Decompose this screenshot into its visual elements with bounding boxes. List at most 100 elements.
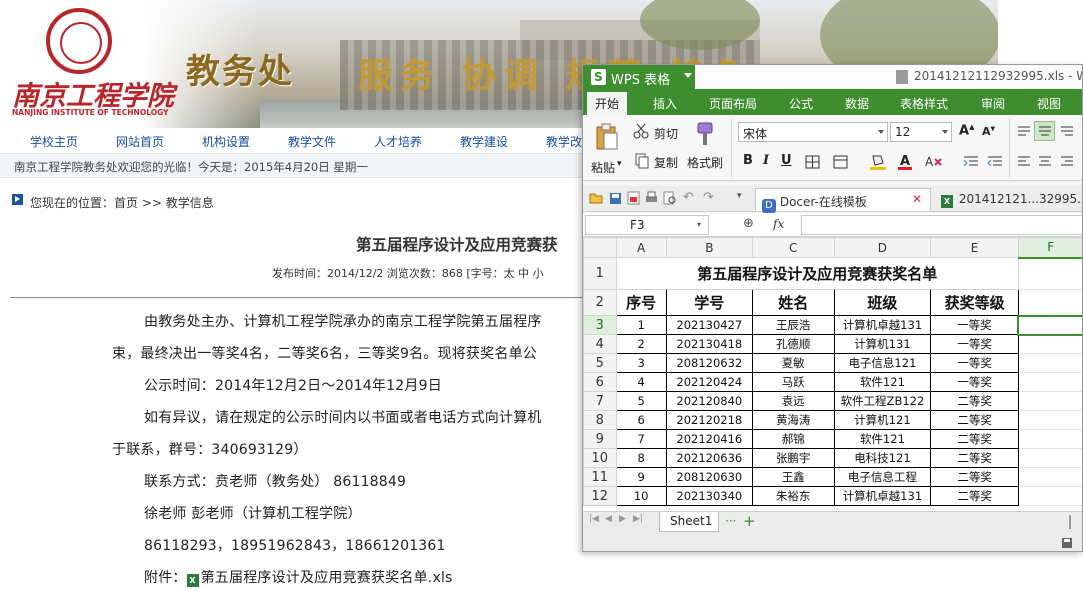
merge-cells-icon[interactable] (833, 155, 849, 169)
table-cell[interactable]: 208120632 (665, 353, 753, 373)
table-cell[interactable]: 计算机131 (833, 334, 932, 354)
row-header[interactable]: 4 (583, 334, 617, 354)
table-cell[interactable]: 王辰浩 (751, 315, 835, 335)
column-header[interactable]: D (833, 237, 932, 258)
tab-data[interactable]: 数据 (845, 95, 869, 112)
table-cell[interactable] (1017, 486, 1082, 506)
table-cell[interactable]: 202130340 (665, 486, 753, 506)
table-cell[interactable]: 9 (615, 467, 667, 487)
paste-icon[interactable] (595, 123, 619, 151)
tab-workbook[interactable]: X 201412121...32995.xl (935, 188, 1082, 211)
table-cell[interactable]: 5 (615, 391, 667, 411)
table-cell[interactable]: 202120424 (665, 372, 753, 392)
table-cell[interactable] (1017, 334, 1082, 354)
table-cell[interactable] (1017, 391, 1082, 411)
table-cell[interactable]: 202130418 (665, 334, 753, 354)
nav-talent[interactable]: 人才培养 (374, 133, 422, 150)
active-cell[interactable] (1017, 314, 1082, 336)
row-header[interactable]: 10 (583, 448, 617, 468)
save-icon[interactable] (609, 192, 622, 205)
table-cell[interactable]: 电子信息121 (833, 353, 932, 373)
fx-icon[interactable]: fx (773, 217, 784, 231)
table-cell[interactable] (1017, 289, 1082, 316)
sheet-tab-sheet1[interactable]: Sheet1 (659, 512, 719, 532)
table-cell[interactable]: 202120840 (665, 391, 753, 411)
italic-icon[interactable]: I (763, 153, 769, 168)
tab-formulas[interactable]: 公式 (789, 95, 813, 112)
table-cell[interactable]: 袁远 (751, 391, 835, 411)
table-cell[interactable]: 黄海涛 (751, 410, 835, 430)
chevron-down-icon[interactable]: ▾ (737, 191, 742, 201)
table-cell[interactable] (1017, 353, 1082, 373)
table-cell[interactable]: 一等奖 (930, 334, 1019, 354)
row-header[interactable]: 3 (583, 315, 617, 335)
table-cell[interactable]: 王鑫 (751, 467, 835, 487)
table-cell[interactable]: 202120218 (665, 410, 753, 430)
table-cell[interactable]: 二等奖 (930, 410, 1019, 430)
align-top-icon[interactable] (1017, 125, 1031, 137)
table-cell[interactable]: 张鹏宇 (751, 448, 835, 468)
align-middle-icon[interactable] (1038, 125, 1052, 137)
table-cell[interactable] (1017, 448, 1082, 468)
last-sheet-icon[interactable]: ▶| (633, 514, 643, 524)
row-header[interactable]: 9 (583, 429, 617, 449)
nav-organization[interactable]: 机构设置 (202, 133, 250, 150)
row-header[interactable]: 6 (583, 372, 617, 392)
font-size-select[interactable]: 12 (890, 122, 952, 142)
nav-school-home[interactable]: 学校主页 (30, 133, 78, 150)
row-header[interactable]: 5 (583, 353, 617, 373)
format-painter-icon[interactable] (695, 121, 715, 147)
table-cell[interactable] (1017, 429, 1082, 449)
clear-format-icon[interactable]: A (925, 155, 943, 169)
name-box[interactable]: F3 (585, 215, 709, 235)
scissors-icon[interactable] (633, 123, 649, 139)
copy-button[interactable]: 复制 (654, 154, 678, 171)
table-cell[interactable]: 一等奖 (930, 315, 1019, 335)
header-cell[interactable]: 姓名 (751, 289, 835, 316)
align-left-icon[interactable] (1017, 155, 1031, 167)
table-cell[interactable]: 3 (615, 353, 667, 373)
format-painter-button[interactable]: 格式刷 (687, 154, 723, 171)
table-cell[interactable]: 1 (615, 315, 667, 335)
row-header[interactable]: 2 (583, 289, 617, 316)
table-cell[interactable]: 10 (615, 486, 667, 506)
align-center-icon[interactable] (1038, 155, 1052, 167)
header-cell[interactable]: 学号 (665, 289, 753, 316)
table-cell[interactable]: 计算机卓越131 (833, 315, 932, 335)
scrollbar-handle[interactable] (1069, 515, 1071, 529)
tab-page-layout[interactable]: 页面布局 (709, 95, 757, 112)
table-cell[interactable]: 计算机121 (833, 410, 932, 430)
indent-icon[interactable] (963, 155, 979, 169)
nav-reform[interactable]: 教学改 (546, 133, 582, 150)
column-header[interactable]: C (751, 237, 835, 258)
tab-view[interactable]: 视图 (1037, 95, 1061, 112)
cut-button[interactable]: 剪切 (654, 125, 678, 142)
align-right-icon[interactable] (1060, 155, 1074, 167)
table-cell[interactable]: 202120636 (665, 448, 753, 468)
column-header-selected[interactable]: F (1017, 237, 1082, 259)
nav-documents[interactable]: 教学文件 (288, 133, 336, 150)
table-cell[interactable]: 郝锦 (751, 429, 835, 449)
open-folder-icon[interactable] (589, 192, 603, 204)
nav-site-home[interactable]: 网站首页 (116, 133, 164, 150)
table-cell[interactable]: 202130427 (665, 315, 753, 335)
row-header[interactable]: 11 (583, 467, 617, 487)
font-color-icon[interactable]: A (897, 153, 913, 171)
formula-input[interactable] (801, 215, 1082, 235)
column-header[interactable]: E (930, 237, 1019, 258)
tab-table-style[interactable]: 表格样式 (900, 95, 948, 112)
table-cell[interactable]: 孔德顺 (751, 334, 835, 354)
table-cell[interactable]: 8 (615, 448, 667, 468)
next-sheet-icon[interactable]: ▶ (619, 514, 626, 524)
table-cell[interactable]: 二等奖 (930, 467, 1019, 487)
row-header[interactable]: 1 (583, 257, 617, 290)
close-icon[interactable]: ✕ (912, 192, 922, 206)
header-cell[interactable]: 班级 (833, 289, 932, 316)
table-cell[interactable]: 二等奖 (930, 429, 1019, 449)
borders-icon[interactable] (805, 155, 821, 169)
add-sheet-icon[interactable]: + (743, 512, 756, 530)
nav-construction[interactable]: 教学建设 (460, 133, 508, 150)
row-header[interactable]: 12 (583, 486, 617, 506)
first-sheet-icon[interactable]: |◀ (589, 514, 599, 524)
table-cell[interactable]: 2 (615, 334, 667, 354)
